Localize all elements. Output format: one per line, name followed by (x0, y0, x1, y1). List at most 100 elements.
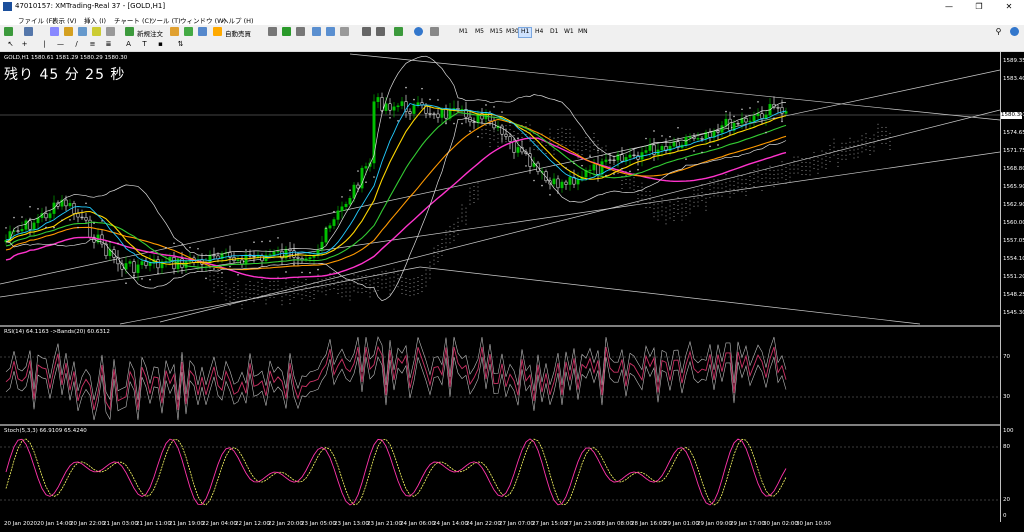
price-chart-canvas[interactable] (0, 52, 1024, 532)
bar-chart-icon[interactable] (268, 27, 277, 36)
menu-file[interactable]: ファイル (F) (18, 15, 55, 25)
ichimoku-cloud-dot (653, 200, 655, 202)
indicators-icon[interactable] (394, 27, 403, 36)
tf-h1[interactable]: H1 (518, 27, 533, 38)
tf-m1[interactable]: M1 (457, 27, 470, 36)
vertical-line-icon[interactable]: | (40, 40, 49, 49)
parabolic-sar-dot (45, 226, 47, 229)
new-order-icon[interactable] (125, 27, 134, 36)
ichimoku-cloud-dot (313, 298, 315, 300)
candle-body (84, 217, 88, 221)
candle-body (352, 184, 356, 199)
tf-m15[interactable]: M15 (488, 27, 505, 36)
parabolic-sar-dot (189, 246, 191, 249)
candle-body (348, 198, 352, 205)
shapes-icon[interactable]: ▪ (156, 40, 165, 49)
zoom-out-icon[interactable] (326, 27, 335, 36)
menu-insert[interactable]: 挿入 (I) (84, 15, 106, 25)
label-icon[interactable]: T (140, 40, 149, 49)
ichimoku-cloud-dot (569, 128, 571, 130)
ichimoku-cloud-dot (645, 199, 647, 201)
candle-body (596, 164, 600, 175)
ichimoku-cloud-dot (869, 154, 871, 156)
tf-h4[interactable]: H4 (533, 27, 545, 36)
templates-icon[interactable] (430, 27, 439, 36)
stoch-panel-separator[interactable] (0, 424, 1000, 426)
crosshair-icon[interactable]: + (20, 40, 29, 49)
profiles-icon[interactable] (24, 27, 33, 36)
ichimoku-cloud-dot (829, 145, 831, 147)
ichimoku-cloud-dot (233, 286, 235, 288)
auto-trade-icon[interactable] (213, 27, 222, 36)
ichimoku-cloud-dot (829, 157, 831, 159)
rsi-panel-separator[interactable] (0, 325, 1000, 327)
data-window-icon[interactable] (64, 27, 73, 36)
ichimoku-cloud-dot (669, 213, 671, 215)
ichimoku-cloud-dot (573, 136, 575, 138)
ichimoku-cloud-dot (281, 296, 283, 298)
menu-view[interactable]: 表示 (V) (52, 15, 77, 25)
metaeditor-icon[interactable] (170, 27, 179, 36)
text-icon[interactable]: A (124, 40, 133, 49)
candle-body (784, 111, 788, 114)
market-icon[interactable] (198, 27, 207, 36)
cursor-icon[interactable]: ↖ (6, 40, 15, 49)
ichimoku-cloud-dot (361, 280, 363, 282)
arrows-icon[interactable]: ⇅ (176, 40, 185, 49)
ichimoku-cloud-dot (781, 169, 783, 171)
ichimoku-cloud-dot (441, 246, 443, 248)
menu-chart[interactable]: チャート (C) (114, 15, 152, 25)
horizontal-line-icon[interactable]: — (56, 40, 65, 49)
new-chart-icon[interactable] (4, 27, 13, 36)
periods-icon[interactable] (414, 27, 423, 36)
menu-help[interactable]: ヘルプ (H) (222, 15, 254, 25)
search-icon[interactable]: ⚲ (994, 27, 1003, 36)
market-watch-icon[interactable] (50, 27, 59, 36)
ichimoku-cloud-dot (497, 137, 499, 139)
menu-tools[interactable]: ツール (T) (150, 15, 181, 25)
zoom-in-icon[interactable] (312, 27, 321, 36)
minimize-button[interactable]: — (934, 0, 964, 13)
tester-icon[interactable] (106, 27, 115, 36)
chart-window[interactable]: GOLD,H1 1580.61 1581.29 1580.29 1580.30 … (0, 52, 1024, 532)
ichimoku-cloud-dot (349, 283, 351, 285)
signals-icon[interactable] (184, 27, 193, 36)
tf-w1[interactable]: W1 (562, 27, 576, 36)
navigator-icon[interactable] (78, 27, 87, 36)
ichimoku-cloud-dot (445, 238, 447, 240)
parabolic-sar-dot (485, 104, 487, 106)
tf-m5[interactable]: M5 (473, 27, 486, 36)
new-order-button[interactable]: 新規注文 (137, 28, 163, 38)
trendline-icon[interactable]: / (72, 40, 81, 49)
ichimoku-cloud-dot (429, 265, 431, 267)
fibonacci-icon[interactable]: ≣ (104, 40, 113, 49)
close-button[interactable]: ✕ (994, 0, 1024, 13)
tf-d1[interactable]: D1 (548, 27, 560, 36)
menu-window[interactable]: ウィンドウ (W) (180, 15, 226, 25)
candlestick-icon[interactable] (282, 27, 291, 36)
ichimoku-cloud-dot (873, 142, 875, 144)
parabolic-sar-dot (509, 121, 511, 124)
tile-windows-icon[interactable] (340, 27, 349, 36)
ichimoku-cloud-dot (689, 204, 691, 206)
candle-body (460, 109, 464, 111)
ichimoku-cloud-dot (405, 281, 407, 283)
ichimoku-cloud-dot (845, 146, 847, 148)
candle-body (620, 154, 624, 162)
tf-mn[interactable]: MN (576, 27, 590, 36)
maximize-button[interactable]: ❐ (964, 0, 994, 13)
channel-icon[interactable]: ≡ (88, 40, 97, 49)
candle-body (744, 118, 748, 123)
terminal-icon[interactable] (92, 27, 101, 36)
auto-trade-button[interactable]: 自動売買 (225, 28, 251, 38)
line-chart-icon[interactable] (296, 27, 305, 36)
ichimoku-cloud-dot (353, 278, 355, 280)
community-icon[interactable] (1010, 27, 1019, 36)
ichimoku-cloud-dot (521, 136, 523, 138)
auto-scroll-icon[interactable] (362, 27, 371, 36)
parabolic-sar-dot (645, 137, 647, 140)
ichimoku-cloud-dot (241, 300, 243, 302)
ichimoku-cloud-dot (593, 140, 595, 142)
time-axis-label: 23 Jan 13:00 (334, 521, 369, 527)
chart-shift-icon[interactable] (376, 27, 385, 36)
